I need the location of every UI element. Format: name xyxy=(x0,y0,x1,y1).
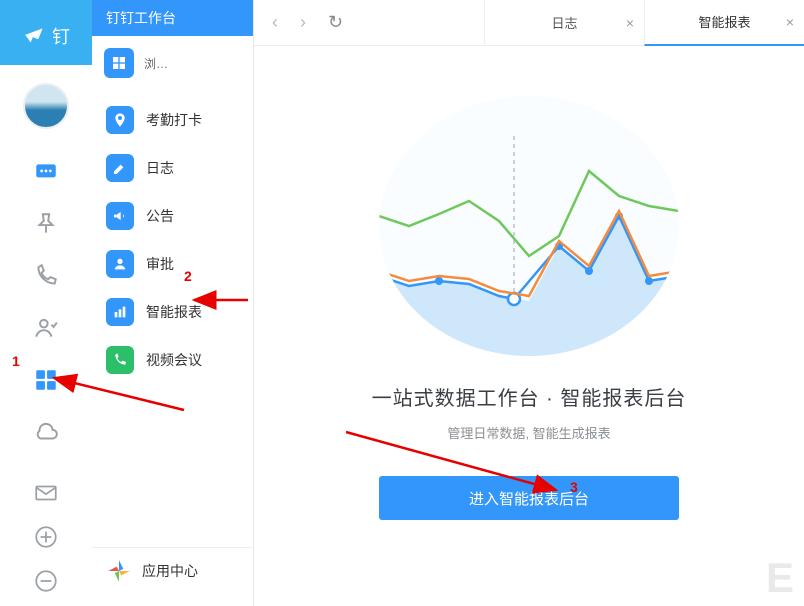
cloud-icon[interactable] xyxy=(33,419,59,445)
watermark: E xyxy=(766,554,794,602)
more-icon[interactable] xyxy=(33,568,59,594)
menu-label: 审批 xyxy=(146,254,174,274)
main-area: ‹ › ↻ 日志 × 智能报表 × xyxy=(254,0,804,606)
enter-report-button[interactable]: 进入智能报表后台 xyxy=(379,476,679,520)
contacts-icon[interactable] xyxy=(33,315,59,341)
app-logo-text: 钉 xyxy=(52,23,70,49)
content-heading: 一站式数据工作台 · 智能报表后台 xyxy=(274,382,784,411)
edit-icon xyxy=(106,154,134,182)
tab-smart-report[interactable]: 智能报表 × xyxy=(644,0,804,46)
avatar[interactable] xyxy=(23,83,69,129)
tabs: 日志 × 智能报表 × xyxy=(484,0,804,46)
close-icon[interactable]: × xyxy=(626,15,634,31)
menu-item-attendance[interactable]: 考勤打卡 xyxy=(92,96,253,144)
chart-illustration xyxy=(379,96,679,356)
app-center[interactable]: 应用中心 xyxy=(92,547,253,594)
apps-grid-icon[interactable] xyxy=(33,367,59,393)
pin-icon[interactable] xyxy=(33,211,59,237)
bar-chart-icon xyxy=(106,298,134,326)
menu-label: 视频会议 xyxy=(146,350,202,370)
app-center-icon xyxy=(106,558,132,584)
messages-icon[interactable] xyxy=(33,159,59,185)
side-panel: 钉钉工作台 浏… 考勤打卡 日志 公告 审批 智能报表 视频会议 xyxy=(92,0,254,606)
nav-forward-icon[interactable]: › xyxy=(300,12,306,33)
tab-label: 日志 xyxy=(551,13,577,32)
side-panel-top-item[interactable]: 浏… xyxy=(92,40,253,86)
left-rail: 钉 xyxy=(0,0,92,606)
menu-item-announcement[interactable]: 公告 xyxy=(92,192,253,240)
grid-icon xyxy=(104,48,134,78)
menu-label: 考勤打卡 xyxy=(146,110,202,130)
video-call-icon xyxy=(106,346,134,374)
menu-item-smart-report[interactable]: 智能报表 xyxy=(92,288,253,336)
app-logo: 钉 xyxy=(22,0,70,65)
menu-label: 智能报表 xyxy=(146,302,202,322)
menu-item-video-meeting[interactable]: 视频会议 xyxy=(92,336,253,384)
refresh-icon[interactable]: ↻ xyxy=(328,12,343,33)
location-icon xyxy=(106,106,134,134)
close-icon[interactable]: × xyxy=(786,14,794,30)
app-center-label: 应用中心 xyxy=(142,561,198,581)
side-menu: 考勤打卡 日志 公告 审批 智能报表 视频会议 xyxy=(92,96,253,384)
user-check-icon xyxy=(106,250,134,278)
content-subheading: 管理日常数据, 智能生成报表 xyxy=(274,423,784,442)
menu-label: 日志 xyxy=(146,158,174,178)
menu-item-approval[interactable]: 审批 xyxy=(92,240,253,288)
add-icon[interactable] xyxy=(33,524,59,550)
phone-icon[interactable] xyxy=(33,263,59,289)
tab-log[interactable]: 日志 × xyxy=(484,0,644,46)
content: 一站式数据工作台 · 智能报表后台 管理日常数据, 智能生成报表 进入智能报表后… xyxy=(254,46,804,606)
main-topbar: ‹ › ↻ 日志 × 智能报表 × xyxy=(254,0,804,46)
mail-icon[interactable] xyxy=(33,480,59,506)
side-top-label: 浏… xyxy=(144,55,168,72)
nav-back-icon[interactable]: ‹ xyxy=(272,12,278,33)
tab-label: 智能报表 xyxy=(698,12,750,31)
menu-item-log[interactable]: 日志 xyxy=(92,144,253,192)
megaphone-icon xyxy=(106,202,134,230)
side-panel-title: 钉钉工作台 xyxy=(92,0,253,36)
menu-label: 公告 xyxy=(146,206,174,226)
